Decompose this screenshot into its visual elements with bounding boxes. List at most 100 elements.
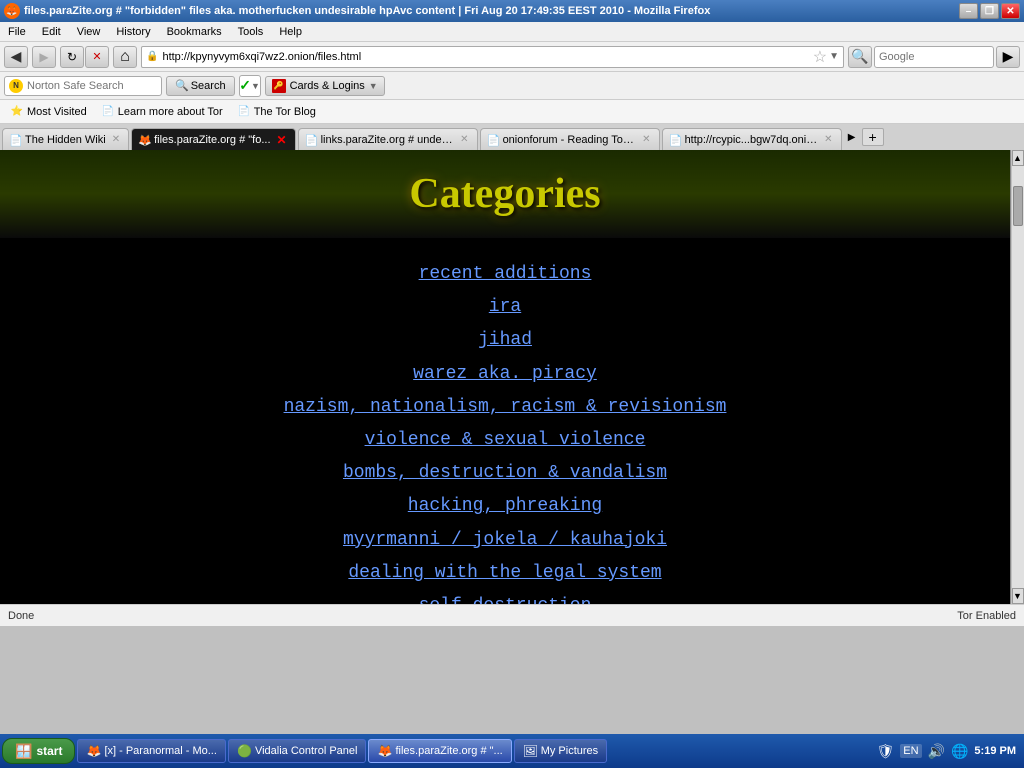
home-button[interactable]: ⌂: [113, 46, 137, 68]
forward-button[interactable]: ▶: [32, 46, 56, 68]
check-dropdown-icon[interactable]: ▼: [251, 81, 260, 91]
tab-close-3[interactable]: ✕: [640, 133, 652, 146]
back-button[interactable]: ◀: [4, 46, 28, 68]
category-links: recent additions ira jihad warez aka. pi…: [0, 238, 1010, 604]
address-bar[interactable]: 🔒 ☆ ▼: [141, 46, 844, 68]
search-bar: N 🔍 Search ✓ ▼ 🔑 Cards & Logins ▼: [0, 72, 1024, 100]
menu-bookmarks[interactable]: Bookmarks: [163, 24, 226, 40]
link-recent-additions[interactable]: recent additions: [419, 258, 592, 291]
restore-button[interactable]: ❐: [980, 3, 999, 19]
tab-title-1: files.paraZite.org # "fo...: [154, 134, 270, 146]
cards-logins-label: Cards & Logins: [290, 80, 365, 92]
bookmark-star-icon[interactable]: ☆: [813, 47, 827, 67]
link-warez[interactable]: warez aka. piracy: [413, 358, 597, 391]
address-input[interactable]: [162, 51, 812, 63]
norton-search-input[interactable]: [27, 80, 157, 92]
tab-title-3: onionforum - Reading Topic...: [503, 134, 637, 146]
tab-close-2[interactable]: ✕: [458, 133, 470, 146]
bookmark-learn-tor[interactable]: 📄 Learn more about Tor: [95, 103, 229, 121]
tab-close-1[interactable]: ✕: [275, 132, 289, 148]
taskbar-label-0: [x] - Paranormal - Mo...: [104, 745, 216, 757]
bookmark-label-2: The Tor Blog: [254, 106, 316, 118]
link-violence[interactable]: violence & sexual violence: [365, 424, 646, 457]
tab-title-4: http://rcypic...bgw7dq.onion/: [685, 134, 819, 146]
link-myyrmanni[interactable]: myyrmanni / jokela / kauhajoki: [343, 524, 667, 557]
refresh-button[interactable]: ↻: [60, 46, 84, 68]
tray-network-icon: 🌐: [951, 743, 968, 760]
close-button[interactable]: ✕: [1001, 3, 1020, 19]
norton-search-box: N: [4, 76, 162, 96]
tab-2[interactable]: 📄 links.paraZite.org # underg... ✕: [298, 128, 478, 150]
bookmark-most-visited[interactable]: ⭐ Most Visited: [4, 103, 93, 121]
link-jihad[interactable]: jihad: [478, 324, 532, 357]
link-hacking[interactable]: hacking, phreaking: [408, 490, 602, 523]
tab-favicon-4: 📄: [669, 134, 681, 146]
learn-tor-icon: 📄: [101, 105, 115, 119]
stop-button[interactable]: ✕: [85, 46, 109, 68]
bookmark-tor-blog[interactable]: 📄 The Tor Blog: [231, 103, 322, 121]
menu-tools[interactable]: Tools: [234, 24, 268, 40]
link-bombs[interactable]: bombs, destruction & vandalism: [343, 457, 667, 490]
menu-edit[interactable]: Edit: [38, 24, 65, 40]
search-engine-icon[interactable]: 🔍: [848, 46, 872, 68]
menu-view[interactable]: View: [73, 24, 105, 40]
bookmark-label-0: Most Visited: [27, 106, 87, 118]
status-text: Done: [8, 610, 34, 622]
taskbar-item-2[interactable]: 🦊 files.paraZite.org # "...: [368, 739, 511, 763]
app-icon: 🦊: [4, 3, 20, 19]
menu-help[interactable]: Help: [275, 24, 306, 40]
browser-search-input[interactable]: [874, 46, 994, 68]
search-icon: 🔍: [175, 79, 189, 92]
taskbar-icon-0: 🦊: [86, 744, 100, 758]
tabs-bar: 📄 The Hidden Wiki ✕ 🦊 files.paraZite.org…: [0, 124, 1024, 150]
tab-3[interactable]: 📄 onionforum - Reading Topic... ✕: [480, 128, 660, 150]
link-nazism[interactable]: nazism, nationalism, racism & revisionis…: [284, 391, 727, 424]
taskbar-item-3[interactable]: 🖼 My Pictures: [514, 739, 607, 763]
address-dropdown-icon[interactable]: ▼: [829, 51, 839, 62]
link-legal[interactable]: dealing with the legal system: [348, 557, 661, 590]
taskbar-item-1[interactable]: 🟢 Vidalia Control Panel: [228, 739, 367, 763]
menu-history[interactable]: History: [112, 24, 154, 40]
title-bar: 🦊 files.paraZite.org # "forbidden" files…: [0, 0, 1024, 22]
scroll-up-button[interactable]: ▲: [1012, 150, 1024, 166]
scroll-thumb[interactable]: [1013, 186, 1023, 226]
most-visited-icon: ⭐: [10, 105, 24, 119]
cards-logins-button[interactable]: 🔑 Cards & Logins ▼: [265, 76, 385, 96]
minimize-button[interactable]: –: [959, 3, 978, 19]
tray-norton-icon: 🛡: [876, 743, 894, 760]
tab-favicon-2: 📄: [305, 134, 317, 146]
tab-1[interactable]: 🦊 files.paraZite.org # "fo... ✕: [131, 128, 295, 150]
cards-icon: 🔑: [272, 79, 286, 93]
menu-bar: File Edit View History Bookmarks Tools H…: [0, 22, 1024, 42]
tray-language: EN: [900, 744, 921, 758]
scroll-track[interactable]: [1012, 166, 1024, 588]
checkmark-icon: ✓: [239, 77, 251, 94]
tab-title-2: links.paraZite.org # underg...: [321, 134, 455, 146]
tab-4[interactable]: 📄 http://rcypic...bgw7dq.onion/ ✕: [662, 128, 842, 150]
status-right: Tor Enabled: [957, 610, 1016, 622]
tab-close-0[interactable]: ✕: [110, 133, 122, 146]
taskbar-item-0[interactable]: 🦊 [x] - Paranormal - Mo...: [77, 739, 225, 763]
tab-close-4[interactable]: ✕: [822, 133, 834, 146]
scrollbar: ▲ ▼: [1010, 150, 1024, 604]
scroll-down-button[interactable]: ▼: [1012, 588, 1024, 604]
taskbar-icon-1: 🟢: [237, 744, 251, 758]
bookmarks-bar: ⭐ Most Visited 📄 Learn more about Tor 📄 …: [0, 100, 1024, 124]
link-ira[interactable]: ira: [489, 291, 521, 324]
tab-scroll-right[interactable]: ▶: [844, 128, 860, 146]
page-content: Categories recent additions ira jihad wa…: [0, 150, 1010, 604]
tab-favicon-1: 🦊: [138, 134, 150, 146]
bookmark-label-1: Learn more about Tor: [118, 106, 223, 118]
green-check-button[interactable]: ✓ ▼: [239, 75, 261, 97]
tor-blog-icon: 📄: [237, 105, 251, 119]
search-button[interactable]: 🔍 Search: [166, 76, 235, 96]
tab-favicon-0: 📄: [9, 134, 21, 146]
new-tab-button[interactable]: +: [862, 128, 884, 146]
system-tray: 🛡 EN 🔊 🌐 5:19 PM: [870, 743, 1022, 760]
link-self-destruction[interactable]: self-destruction: [419, 590, 592, 604]
search-button-go[interactable]: ▶: [996, 46, 1020, 68]
menu-file[interactable]: File: [4, 24, 30, 40]
tray-time: 5:19 PM: [974, 745, 1016, 757]
tab-0[interactable]: 📄 The Hidden Wiki ✕: [2, 128, 129, 150]
start-button[interactable]: 🪟 start: [2, 738, 75, 764]
